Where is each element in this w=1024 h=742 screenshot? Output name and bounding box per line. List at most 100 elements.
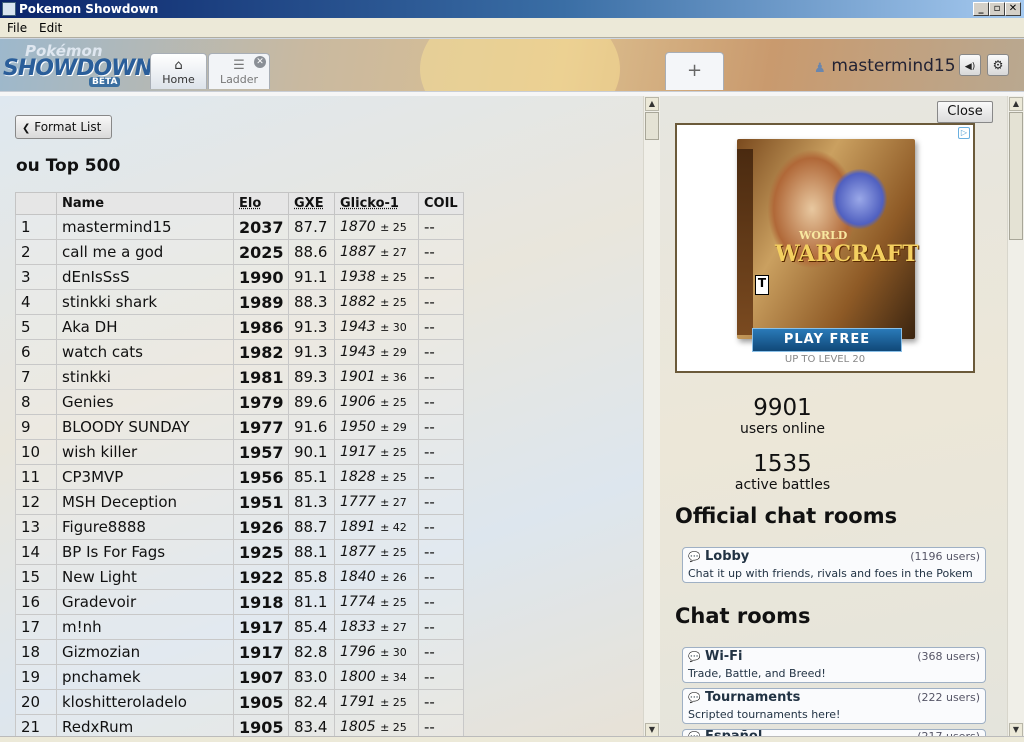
username[interactable]: mastermind15 [831,56,955,76]
name-cell[interactable]: MSH Deception [56,489,234,515]
name-cell[interactable]: Figure8888 [56,514,234,540]
ladder-scrollbar[interactable]: ▲ ▼ [643,96,660,742]
room-tournaments[interactable]: 💬 Tournaments (222 users) Scripted tourn… [682,688,986,724]
coil-cell: -- [418,514,464,540]
coil-cell: -- [418,464,464,490]
active-battles-stat: 1535 active battles [660,451,905,493]
close-window-button[interactable]: ✕ [1005,2,1021,16]
name-cell[interactable]: pnchamek [56,664,234,690]
scroll-thumb[interactable] [645,112,659,140]
col-rank [15,192,57,215]
menu-bar: File Edit [0,18,1024,38]
name-cell[interactable]: Genies [56,389,234,415]
coil-cell: -- [418,664,464,690]
name-cell[interactable]: New Light [56,564,234,590]
col-elo[interactable]: Elo [233,192,289,215]
menu-edit[interactable]: Edit [39,21,62,35]
name-cell[interactable]: mastermind15 [56,214,234,240]
scroll-down-arrow[interactable]: ▼ [1009,723,1023,737]
col-gxe[interactable]: GXE [288,192,335,215]
table-header-row: Name Elo GXE Glicko-1 COIL [15,192,464,215]
gxe-cell: 89.3 [288,364,335,390]
glicko-value: 1943 [340,319,376,335]
settings-button[interactable]: ⚙ [987,54,1009,76]
scroll-thumb[interactable] [1009,112,1023,240]
name-cell[interactable]: BLOODY SUNDAY [56,414,234,440]
header-background-art [420,39,620,91]
glicko-deviation: ± 25 [380,696,407,709]
close-ad-button[interactable]: Close [937,101,993,123]
sidebar-scrollbar[interactable]: ▲ ▼ [1007,96,1024,742]
chat-rooms-heading: Chat rooms [675,604,811,628]
sound-button[interactable]: ◀) [959,54,981,76]
glicko-value: 1800 [340,669,376,685]
room-name[interactable]: 💬 Tournaments [688,690,800,705]
rank-cell: 13 [15,514,57,540]
elo-cell: 1989 [233,289,289,315]
glicko-cell: 1887 ± 27 [334,239,419,265]
name-cell[interactable]: Aka DH [56,314,234,340]
room-name[interactable]: 💬 Lobby [688,549,749,564]
name-cell[interactable]: m!nh [56,614,234,640]
room-wifi[interactable]: 💬 Wi-Fi (368 users) Trade, Battle, and B… [682,647,986,683]
room-name[interactable]: 💬 Wi-Fi [688,649,743,664]
table-row: 11 CP3MVP 1956 85.1 1828 ± 25 -- [15,464,464,490]
elo-cell: 1957 [233,439,289,465]
table-row: 9 BLOODY SUNDAY 1977 91.6 1950 ± 29 -- [15,414,464,440]
glicko-cell: 1901 ± 36 [334,364,419,390]
name-cell[interactable]: Gizmozian [56,639,234,665]
tab-ladder[interactable]: ☰ Ladder ✕ [208,53,270,89]
elo-cell: 1981 [233,364,289,390]
advertisement[interactable]: ▷ WORLD WARCRAFT T PLAY FREE UP TO LEVEL… [675,123,975,373]
coil-cell: -- [418,364,464,390]
glicko-deviation: ± 25 [380,546,407,559]
scroll-up-arrow[interactable]: ▲ [645,97,659,111]
name-cell[interactable]: stinkki shark [56,289,234,315]
glicko-value: 1870 [340,219,376,235]
page-title: ou Top 500 [16,156,121,176]
gxe-cell: 88.7 [288,514,335,540]
table-row: 4 stinkki shark 1989 88.3 1882 ± 25 -- [15,289,464,315]
name-cell[interactable]: CP3MVP [56,464,234,490]
name-cell[interactable]: Gradevoir [56,589,234,615]
tab-home[interactable]: ⌂ Home [150,53,207,89]
tab-home-label: Home [162,73,195,86]
glicko-cell: 1833 ± 27 [334,614,419,640]
showdown-logo[interactable]: Pokémon SHOWDOWN BETA [3,42,153,87]
name-cell[interactable]: dEnIsSsS [56,264,234,290]
name-cell[interactable]: wish killer [56,439,234,465]
name-cell[interactable]: watch cats [56,339,234,365]
scroll-down-arrow[interactable]: ▼ [645,723,659,737]
table-row: 5 Aka DH 1986 91.3 1943 ± 30 -- [15,314,464,340]
play-free-button[interactable]: PLAY FREE [752,328,902,352]
close-tab-icon[interactable]: ✕ [254,56,266,68]
tab-ladder-label: Ladder [219,73,259,86]
adchoices-icon[interactable]: ▷ [958,127,970,139]
glicko-deviation: ± 29 [380,346,407,359]
chat-icon: 💬 [688,693,701,704]
col-glicko[interactable]: Glicko-1 [334,192,419,215]
user-menu[interactable]: ♟ mastermind15 [814,56,956,80]
name-cell[interactable]: kloshitteroladelo [56,689,234,715]
glicko-cell: 1938 ± 25 [334,264,419,290]
new-tab-button[interactable]: + [665,52,724,90]
gear-icon: ⚙ [992,58,1004,72]
format-list-button[interactable]: ❮ Format List [15,115,112,139]
glicko-value: 1882 [340,294,376,310]
active-battles-label: active battles [734,477,831,493]
name-cell[interactable]: BP Is For Fags [56,539,234,565]
name-cell[interactable]: stinkki [56,364,234,390]
gxe-cell: 81.1 [288,589,335,615]
rank-cell: 19 [15,664,57,690]
table-row: 2 call me a god 2025 88.6 1887 ± 27 -- [15,239,464,265]
table-row: 6 watch cats 1982 91.3 1943 ± 29 -- [15,339,464,365]
minimize-button[interactable]: _ [973,2,989,16]
col-coil: COIL [418,192,464,215]
room-lobby[interactable]: 💬 Lobby (1196 users) Chat it up with fri… [682,547,986,583]
scroll-up-arrow[interactable]: ▲ [1009,97,1023,111]
elo-cell: 1977 [233,414,289,440]
gxe-cell: 85.4 [288,614,335,640]
maximize-button[interactable]: ▫ [989,2,1005,16]
name-cell[interactable]: call me a god [56,239,234,265]
menu-file[interactable]: File [7,21,27,35]
